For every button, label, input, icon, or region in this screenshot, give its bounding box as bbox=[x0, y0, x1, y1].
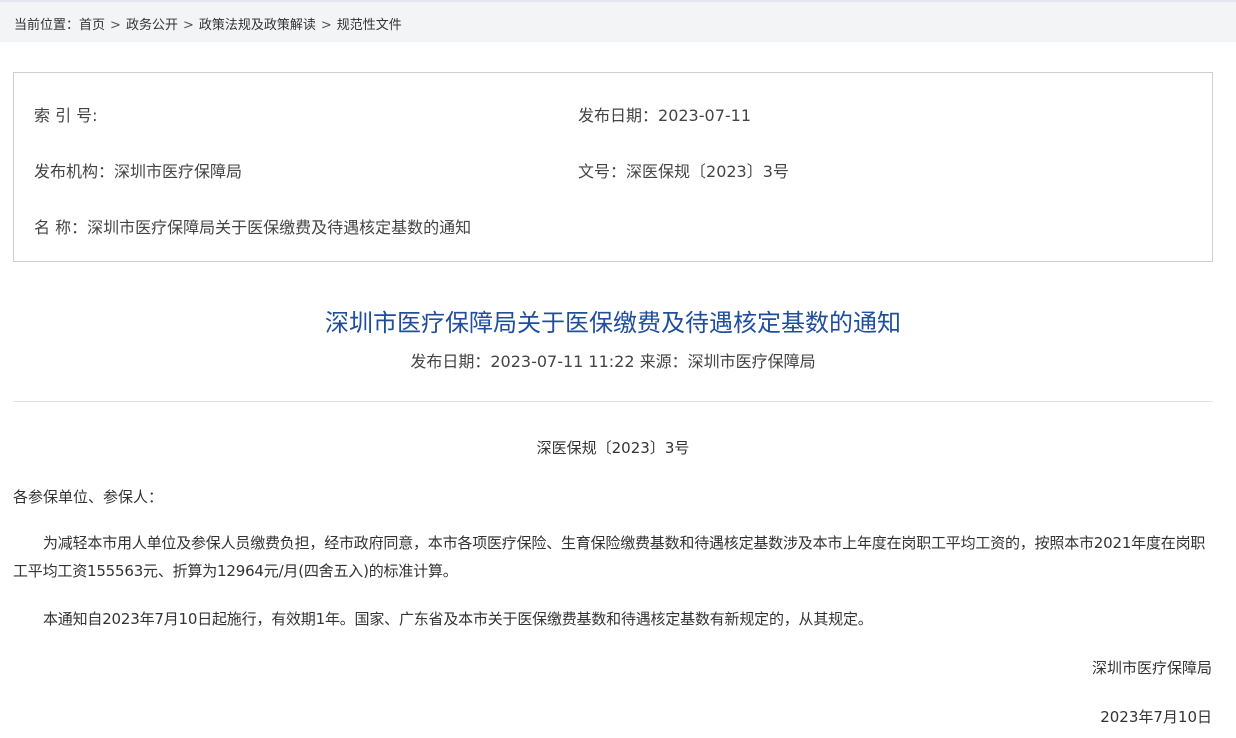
breadcrumb-policy-link[interactable]: 政策法规及政策解读 bbox=[199, 18, 316, 33]
meta-agency-value: 深圳市医疗保障局 bbox=[114, 162, 243, 181]
breadcrumb-normative-docs-link[interactable]: 规范性文件 bbox=[337, 18, 402, 33]
meta-publish-date: 发布日期：2023-07-11 bbox=[578, 102, 751, 126]
meta-name: 名 称：深圳市医疗保障局关于医保缴费及待遇核定基数的通知 bbox=[34, 214, 471, 238]
breadcrumb-home-link[interactable]: 首页 bbox=[79, 18, 105, 33]
document-meta-box: 索 引 号: 发布日期：2023-07-11 发布机构：深圳市医疗保障局 文号：… bbox=[13, 72, 1213, 262]
meta-publish-date-value: 2023-07-11 bbox=[658, 106, 751, 125]
article-salutation: 各参保单位、参保人： bbox=[13, 488, 164, 506]
meta-name-value: 深圳市医疗保障局关于医保缴费及待遇核定基数的通知 bbox=[87, 218, 472, 237]
meta-index-number: 索 引 号: bbox=[34, 102, 98, 126]
breadcrumb-separator: > bbox=[320, 18, 332, 33]
meta-publish-date-label: 发布日期： bbox=[578, 106, 659, 125]
article-paragraph-1: 为减轻本市用人单位及参保人员缴费负担，经市政府同意，本市各项医疗保险、生育保险缴… bbox=[13, 534, 1206, 580]
meta-agency-label: 发布机构： bbox=[34, 162, 115, 181]
meta-index-label: 索 引 号: bbox=[34, 106, 98, 125]
breadcrumb-bar: 当前位置：首页 > 政务公开 > 政策法规及政策解读 > 规范性文件 bbox=[0, 0, 1236, 42]
article-date-label: 发布日期： bbox=[410, 352, 491, 371]
article-paragraph-2: 本通知自2023年7月10日起施行，有效期1年。国家、广东省及本市关于医保缴费基… bbox=[43, 610, 873, 628]
article-source: 深圳市医疗保障局 bbox=[687, 352, 816, 371]
article-meta-line: 发布日期：2023-07-11 11:22 来源：深圳市医疗保障局 bbox=[0, 348, 1226, 372]
breadcrumb: 当前位置：首页 > 政务公开 > 政策法规及政策解读 > 规范性文件 bbox=[14, 14, 402, 33]
meta-doc-number-value: 深医保规〔2023〕3号 bbox=[626, 162, 789, 181]
breadcrumb-separator: > bbox=[110, 18, 121, 33]
breadcrumb-prefix: 当前位置： bbox=[14, 18, 80, 33]
article-sign-date: 2023年7月10日 bbox=[1100, 708, 1212, 726]
breadcrumb-separator: > bbox=[182, 18, 194, 33]
article-doc-number: 深医保规〔2023〕3号 bbox=[536, 439, 690, 457]
meta-doc-number: 文号：深医保规〔2023〕3号 bbox=[578, 158, 789, 182]
title-divider bbox=[13, 401, 1213, 402]
meta-name-label: 名 称： bbox=[34, 218, 88, 237]
breadcrumb-government-affairs-link[interactable]: 政务公开 bbox=[126, 18, 178, 33]
article-title: 深圳市医疗保障局关于医保缴费及待遇核定基数的通知 bbox=[325, 309, 901, 337]
article-signature: 深圳市医疗保障局 bbox=[1091, 659, 1212, 677]
meta-agency: 发布机构：深圳市医疗保障局 bbox=[34, 158, 242, 182]
article-datetime: 2023-07-11 11:22 bbox=[490, 352, 635, 371]
meta-doc-number-label: 文号： bbox=[578, 162, 627, 181]
article-source-label: 来源： bbox=[639, 352, 688, 371]
